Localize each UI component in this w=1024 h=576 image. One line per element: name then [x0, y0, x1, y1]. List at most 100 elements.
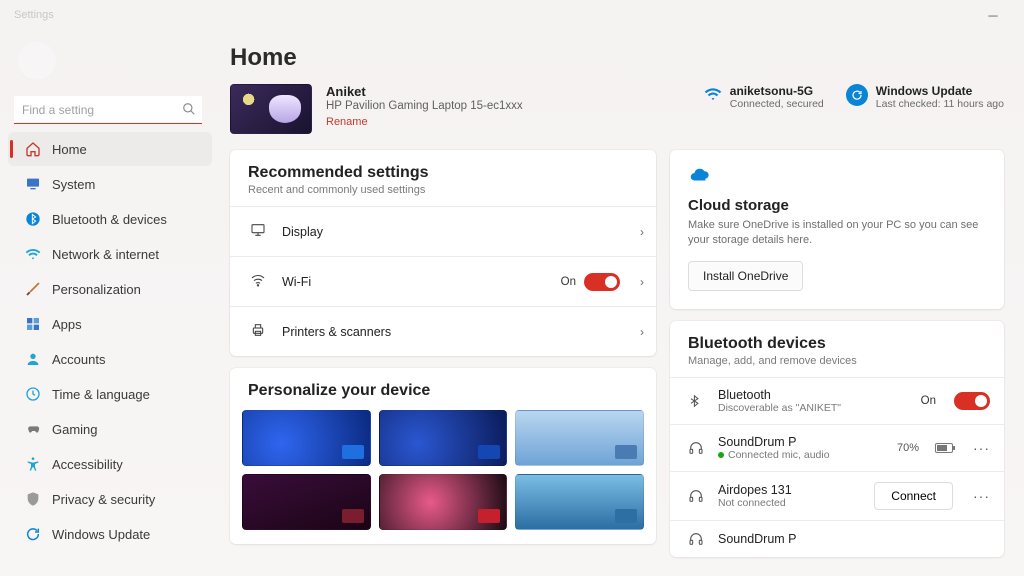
- gamepad-icon: [24, 420, 42, 438]
- nav-label: Apps: [52, 317, 82, 332]
- item-printers[interactable]: Printers & scanners ›: [230, 306, 656, 356]
- bt-name: SoundDrum P: [718, 435, 885, 449]
- item-label: Printers & scanners: [282, 325, 620, 339]
- headphones-icon: [688, 531, 706, 547]
- more-icon[interactable]: ···: [973, 440, 990, 456]
- cloud-title: Cloud storage: [688, 197, 986, 214]
- bt-sub: Not connected: [718, 497, 862, 509]
- update-sub: Last checked: 11 hours ago: [876, 98, 1004, 110]
- cloud-desc: Make sure OneDrive is installed on your …: [688, 218, 986, 249]
- nav-accessibility[interactable]: Accessibility: [8, 447, 212, 481]
- wifi-icon: [704, 85, 722, 110]
- printer-icon: [248, 322, 268, 342]
- install-onedrive-button[interactable]: Install OneDrive: [688, 261, 803, 291]
- theme-option[interactable]: [242, 474, 371, 530]
- bt-device-airdopes[interactable]: Airdopes 131 Not connected Connect ···: [670, 471, 1004, 520]
- wifi-icon: [248, 272, 268, 292]
- device-thumbnail[interactable]: [230, 84, 312, 134]
- update-icon: [24, 525, 42, 543]
- nav-label: Personalization: [52, 282, 141, 297]
- status-dot-icon: [718, 452, 724, 458]
- wifi-sub: Connected, secured: [730, 98, 824, 110]
- item-label: Display: [282, 225, 620, 239]
- nav-privacy[interactable]: Privacy & security: [8, 482, 212, 516]
- more-icon[interactable]: ···: [973, 488, 990, 504]
- bt-name: Airdopes 131: [718, 483, 862, 497]
- wifi-name: aniketsonu-5G: [730, 84, 824, 98]
- nav-bluetooth[interactable]: Bluetooth & devices: [8, 202, 212, 236]
- wifi-toggle[interactable]: [584, 273, 620, 291]
- device-model: HP Pavilion Gaming Laptop 15-ec1xxx: [326, 100, 690, 112]
- battery-icon: [935, 443, 953, 453]
- nav-personalization[interactable]: Personalization: [8, 272, 212, 306]
- brush-icon: [24, 280, 42, 298]
- nav-system[interactable]: System: [8, 167, 212, 201]
- wifi-status[interactable]: aniketsonu-5G Connected, secured: [704, 84, 824, 110]
- nav-network[interactable]: Network & internet: [8, 237, 212, 271]
- search-input[interactable]: [14, 96, 202, 124]
- page-title: Home: [230, 44, 1004, 72]
- card-recommended: Recommended settings Recent and commonly…: [230, 150, 656, 356]
- clock-icon: [24, 385, 42, 403]
- bluetooth-title: Bluetooth devices: [688, 335, 986, 353]
- toggle-state: On: [921, 395, 936, 407]
- avatar: [18, 42, 56, 80]
- theme-option[interactable]: [242, 410, 371, 466]
- chevron-right-icon: ›: [640, 325, 644, 339]
- person-icon: [24, 350, 42, 368]
- nav-time[interactable]: Time & language: [8, 377, 212, 411]
- theme-option[interactable]: [515, 410, 644, 466]
- wifi-icon: [24, 245, 42, 263]
- bluetooth-icon: [24, 210, 42, 228]
- nav-label: Accessibility: [52, 457, 123, 472]
- update-name: Windows Update: [876, 84, 1004, 98]
- nav-gaming[interactable]: Gaming: [8, 412, 212, 446]
- nav-label: Windows Update: [52, 527, 150, 542]
- nav-accounts[interactable]: Accounts: [8, 342, 212, 376]
- battery-percent: 70%: [897, 442, 919, 454]
- account-header[interactable]: [8, 34, 212, 92]
- nav-label: Time & language: [52, 387, 150, 402]
- main: Home Aniket HP Pavilion Gaming Laptop 15…: [212, 30, 1024, 576]
- titlebar-left: Settings: [8, 9, 54, 21]
- connect-button[interactable]: Connect: [874, 482, 953, 510]
- nav-label: Bluetooth & devices: [52, 212, 167, 227]
- bluetooth-toggle[interactable]: [954, 392, 990, 410]
- nav-update[interactable]: Windows Update: [8, 517, 212, 551]
- card-personalize: Personalize your device: [230, 368, 656, 544]
- apps-icon: [24, 315, 42, 333]
- device-name: Aniket: [326, 84, 690, 100]
- system-icon: [24, 175, 42, 193]
- bt-device-sounddrum[interactable]: SoundDrum P Connected mic, audio 70% ···: [670, 424, 1004, 471]
- item-label: Wi-Fi: [282, 275, 547, 289]
- headphones-icon: [688, 440, 706, 456]
- bluetooth-icon: [688, 392, 706, 410]
- bt-device-sounddrum-2[interactable]: SoundDrum P: [670, 520, 1004, 557]
- theme-option[interactable]: [379, 410, 508, 466]
- chevron-right-icon: ›: [640, 225, 644, 239]
- cloud-icon: [688, 170, 710, 190]
- minimize-button[interactable]: ─: [970, 0, 1016, 30]
- monitor-icon: [248, 222, 268, 242]
- nav-apps[interactable]: Apps: [8, 307, 212, 341]
- bluetooth-master[interactable]: Bluetooth Discoverable as "ANIKET" On: [670, 377, 1004, 424]
- headphones-icon: [688, 488, 706, 504]
- nav-label: Gaming: [52, 422, 98, 437]
- recommended-title: Recommended settings: [248, 164, 638, 182]
- item-display[interactable]: Display ›: [230, 206, 656, 256]
- titlebar: Settings ─: [0, 0, 1024, 30]
- nav-label: Privacy & security: [52, 492, 155, 507]
- shield-icon: [24, 490, 42, 508]
- theme-option[interactable]: [379, 474, 508, 530]
- sidebar: Home System Bluetooth & devices Network …: [0, 30, 212, 576]
- rename-link[interactable]: Rename: [326, 116, 368, 128]
- bluetooth-sub: Manage, add, and remove devices: [688, 355, 986, 367]
- bt-name: SoundDrum P: [718, 532, 990, 546]
- toggle-state: On: [561, 276, 576, 288]
- update-status[interactable]: Windows Update Last checked: 11 hours ag…: [846, 84, 1004, 110]
- bt-sub: Connected mic, audio: [728, 449, 830, 461]
- bt-sub: Discoverable as "ANIKET": [718, 402, 909, 414]
- item-wifi[interactable]: Wi-Fi On ›: [230, 256, 656, 306]
- nav-home[interactable]: Home: [8, 132, 212, 166]
- theme-option[interactable]: [515, 474, 644, 530]
